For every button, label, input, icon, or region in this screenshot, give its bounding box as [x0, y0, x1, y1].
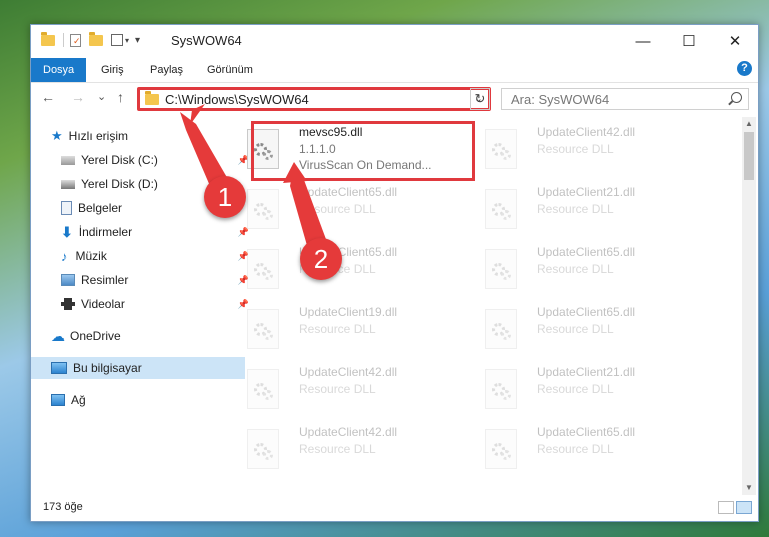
arrow-1-head	[190, 104, 205, 125]
arrow-2-head	[283, 162, 307, 183]
annotation-arrows	[180, 104, 330, 256]
callout-step-1: 1	[204, 176, 246, 218]
callout-step-2: 2	[300, 238, 342, 280]
